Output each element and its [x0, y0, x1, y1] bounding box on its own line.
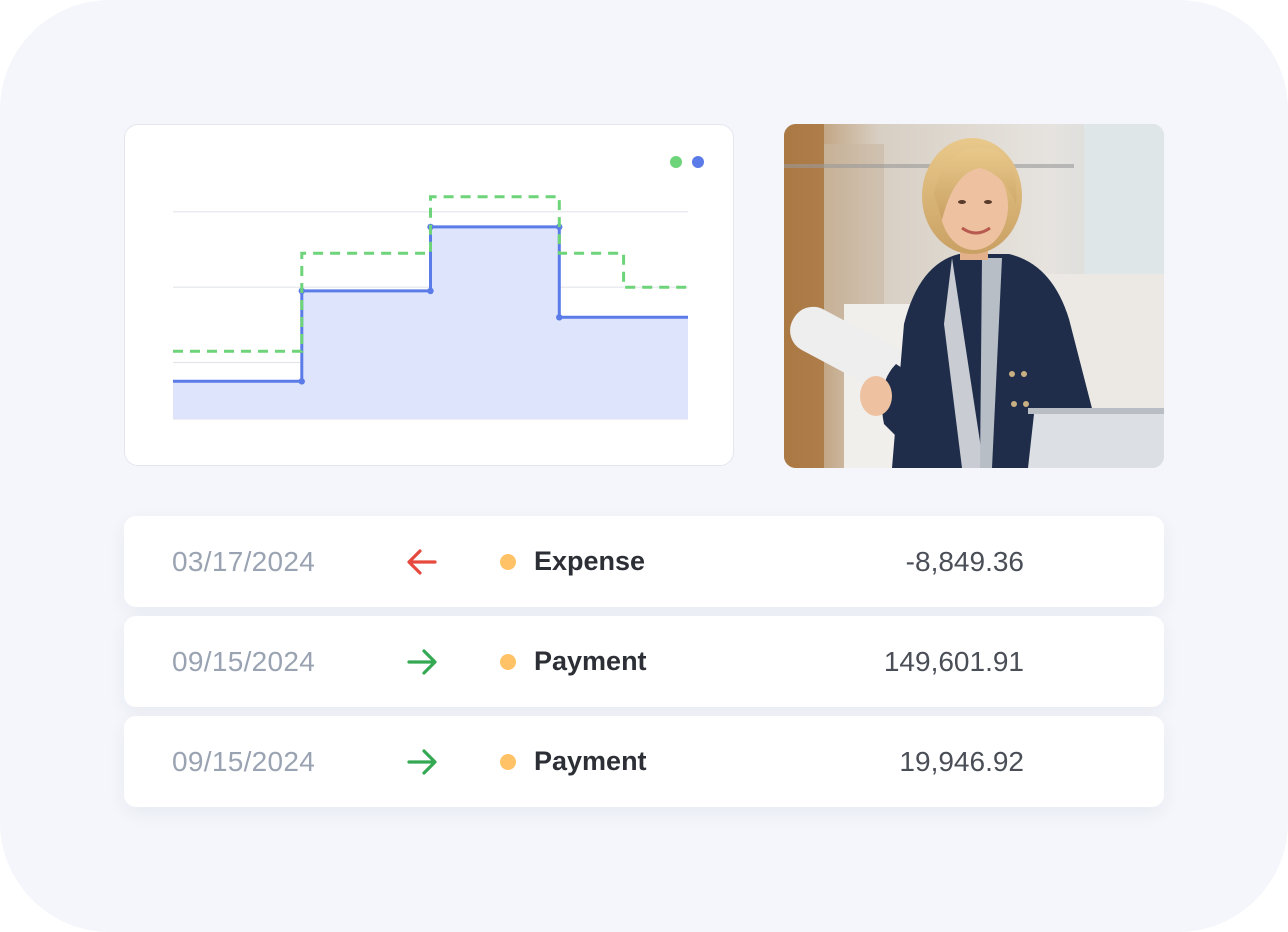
transaction-row[interactable]: 09/15/2024 Payment 149,601.91: [124, 616, 1164, 707]
status-dot: [500, 654, 516, 670]
transaction-type: Payment: [534, 646, 647, 676]
dashboard-stage: 03/17/2024 Expense -8,849.36 09/15/2024 …: [0, 0, 1288, 932]
legend-dot: [670, 156, 682, 168]
arrow-left-icon: [407, 549, 437, 575]
photo-card: [784, 124, 1164, 468]
transaction-row[interactable]: 09/15/2024 Payment 19,946.92: [124, 716, 1164, 807]
transaction-date: 09/15/2024: [172, 646, 316, 677]
data-point: [556, 314, 563, 321]
transaction-amount: 19,946.92: [899, 746, 1024, 777]
photo-professional-woman: [784, 124, 1164, 468]
transaction-date: 09/15/2024: [172, 746, 316, 777]
transaction-date: 03/17/2024: [172, 546, 316, 577]
status-dot: [500, 554, 516, 570]
transaction-amount: -8,849.36: [905, 546, 1024, 577]
legend-dot: [692, 156, 704, 168]
data-point: [298, 378, 305, 385]
transaction-row[interactable]: 03/17/2024 Expense -8,849.36: [124, 516, 1164, 607]
step-chart: [173, 156, 704, 420]
chart-card: [124, 124, 734, 466]
arrow-right-icon: [407, 649, 437, 675]
data-point: [427, 287, 434, 295]
transaction-type: Payment: [534, 746, 647, 776]
status-dot: [500, 754, 516, 770]
transaction-type: Expense: [534, 546, 646, 576]
transaction-list: 03/17/2024 Expense -8,849.36 09/15/2024 …: [124, 516, 1164, 816]
arrow-right-icon: [407, 749, 437, 775]
transaction-amount: 149,601.91: [883, 646, 1024, 677]
